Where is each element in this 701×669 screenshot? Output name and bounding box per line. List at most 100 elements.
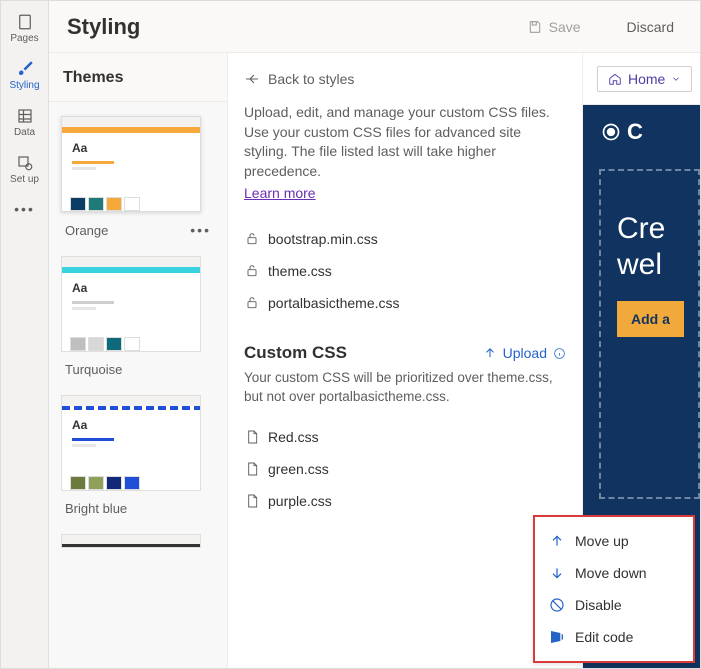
arrow-left-icon: [244, 71, 260, 87]
save-label: Save: [549, 19, 581, 35]
file-name: portalbasictheme.css: [268, 295, 400, 311]
hero-cta-button[interactable]: Add a: [617, 301, 684, 337]
theme-swatch: [70, 476, 86, 490]
thumb-body: Aa: [62, 410, 200, 476]
rail-item-pages[interactable]: Pages: [1, 7, 49, 50]
rail-item-setup[interactable]: Set up: [1, 148, 49, 191]
context-menu-move-up[interactable]: Move up: [535, 525, 693, 557]
thumb-header: [62, 257, 200, 267]
file-name: bootstrap.min.css: [268, 231, 378, 247]
disable-icon: [549, 597, 565, 613]
theme-swatch: [106, 197, 122, 211]
theme-swatch: [88, 476, 104, 490]
theme-card[interactable]: Aa Orange •••: [61, 116, 215, 242]
save-button[interactable]: Save: [519, 15, 589, 39]
brand-logo-icon: [601, 122, 621, 142]
discard-label: Discard: [627, 19, 674, 35]
thumb-header: [62, 535, 200, 544]
back-to-styles-link[interactable]: Back to styles: [244, 71, 566, 87]
page-icon: [16, 13, 34, 31]
preview-brand: C: [583, 105, 700, 157]
context-menu-disable[interactable]: Disable: [535, 589, 693, 621]
theme-name-row: Orange •••: [61, 212, 215, 242]
discard-button[interactable]: Discard: [619, 15, 682, 39]
line: [72, 161, 114, 164]
theme-swatch: [106, 337, 122, 351]
code-icon: [549, 629, 565, 645]
aa-sample: Aa: [72, 281, 190, 295]
theme-more-button[interactable]: •••: [190, 222, 211, 238]
context-menu: Move up Move down Disable Edit code: [533, 515, 695, 663]
cm-label: Move down: [575, 565, 647, 581]
custom-css-title: Custom CSS: [244, 343, 347, 363]
theme-card[interactable]: Aa Bright blue: [61, 395, 215, 520]
rail-item-styling[interactable]: Styling: [1, 54, 49, 97]
cm-label: Move up: [575, 533, 629, 549]
thumb-lines: [72, 301, 190, 310]
theme-swatch: [106, 476, 122, 490]
css-description: Upload, edit, and manage your custom CSS…: [244, 103, 566, 181]
system-css-file[interactable]: portalbasictheme.css: [244, 287, 566, 319]
cm-label: Edit code: [575, 629, 633, 645]
rail-label: Set up: [10, 174, 39, 185]
home-icon: [608, 72, 622, 86]
rail-label: Data: [14, 127, 35, 138]
file-name: purple.css: [268, 493, 332, 509]
theme-card[interactable]: [61, 534, 215, 548]
themes-heading: Themes: [49, 53, 227, 102]
thumb-header: [62, 117, 200, 127]
theme-swatches: [62, 337, 200, 351]
home-dropdown[interactable]: Home: [597, 66, 692, 92]
page-title: Styling: [67, 14, 489, 40]
theme-swatch: [70, 337, 86, 351]
context-menu-move-down[interactable]: Move down: [535, 557, 693, 589]
theme-name: Orange: [65, 223, 108, 238]
line: [72, 438, 114, 441]
custom-css-file[interactable]: green.css: [244, 453, 566, 485]
cm-label: Disable: [575, 597, 622, 613]
hero-line-1: Cre: [617, 211, 698, 247]
theme-thumb: Aa: [61, 256, 201, 352]
thumb-body: Aa: [62, 273, 200, 337]
system-css-file[interactable]: bootstrap.min.css: [244, 223, 566, 255]
thumb-lines: [72, 161, 190, 170]
theme-card[interactable]: Aa Turquoise: [61, 256, 215, 381]
hero-line-2: wel: [617, 247, 698, 283]
save-icon: [527, 19, 543, 35]
upload-button[interactable]: Upload: [483, 345, 566, 361]
lock-icon: [244, 263, 260, 279]
styles-column: Back to styles Upload, edit, and manage …: [228, 53, 582, 668]
custom-css-file[interactable]: purple.css: [244, 485, 566, 517]
upload-icon: [483, 346, 497, 360]
custom-css-file[interactable]: Red.css: [244, 421, 566, 453]
file-name: Red.css: [268, 429, 319, 445]
thumb-header: [62, 396, 200, 406]
theme-name-row: Bright blue: [61, 491, 215, 520]
theme-swatch: [88, 197, 104, 211]
upload-label: Upload: [503, 345, 547, 361]
rail-label: Styling: [9, 80, 39, 91]
toolbar: Styling Save Discard: [49, 1, 700, 53]
theme-swatch: [70, 197, 86, 211]
theme-name-row: Turquoise: [61, 352, 215, 381]
preview-hero-content: Cre wel Add a: [599, 169, 700, 499]
learn-more-link[interactable]: Learn more: [244, 185, 316, 201]
brush-icon: [16, 60, 34, 78]
system-css-file[interactable]: theme.css: [244, 255, 566, 287]
chevron-down-icon: [671, 74, 681, 84]
theme-swatch: [88, 337, 104, 351]
preview-toolbar: Home: [583, 53, 700, 105]
rail-item-more[interactable]: •••: [1, 195, 49, 223]
file-name: green.css: [268, 461, 329, 477]
line: [72, 301, 114, 304]
thumb-body: Aa: [62, 133, 200, 197]
thumb-accent: [62, 544, 200, 547]
file-icon: [244, 461, 260, 477]
theme-swatches: [62, 197, 200, 211]
custom-css-note: Your custom CSS will be prioritized over…: [244, 369, 566, 407]
custom-css-header: Custom CSS Upload: [244, 343, 566, 363]
rail-item-data[interactable]: Data: [1, 101, 49, 144]
brand-initial: C: [627, 119, 643, 145]
theme-swatches: [62, 476, 200, 490]
context-menu-edit-code[interactable]: Edit code: [535, 621, 693, 653]
